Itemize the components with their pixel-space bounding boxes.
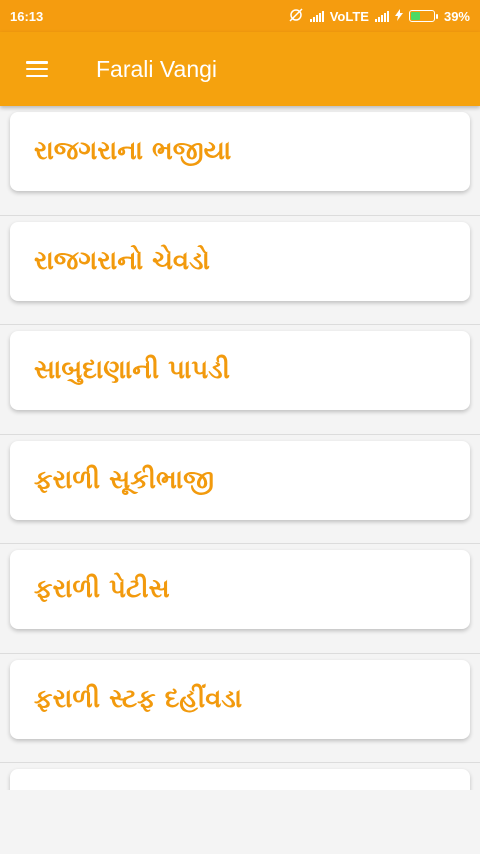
status-bar: 16:13 VoLTE 39%: [0, 0, 480, 32]
list-item: ફરાળી સ્ટફ દહીંવડા: [0, 654, 480, 763]
recipe-label: ફરાળી પેટીસ: [34, 574, 170, 604]
recipe-card[interactable]: ફરાળી પેટીસ: [10, 550, 470, 629]
status-time: 16:13: [10, 8, 44, 24]
list-item: રાજગરાના ભજીયા: [0, 106, 480, 216]
recipe-label: ફરાળી સ્ટફ દહીંવડા: [34, 683, 243, 714]
app-bar: Farali Vangi: [0, 32, 480, 106]
recipe-list[interactable]: રાજગરાના ભજીયા રાજગરાનો ચેવડો સાબુદાણાની…: [0, 106, 480, 790]
signal-icon: [309, 10, 324, 22]
recipe-label: રાજગરાના ભજીયા: [34, 136, 232, 166]
recipe-label: ફરાળી સૂકીભાજી: [34, 464, 215, 495]
battery-fill: [410, 12, 421, 20]
list-item: [0, 763, 480, 790]
signal-icon-2: [374, 10, 389, 22]
battery-percent: 39%: [443, 8, 470, 24]
hamburger-menu-icon[interactable]: [0, 32, 74, 106]
list-item: ફરાળી સૂકીભાજી: [0, 435, 480, 544]
status-icons: VoLTE 39%: [288, 7, 470, 25]
recipe-card[interactable]: ફરાળી સૂકીભાજી: [10, 440, 470, 520]
recipe-card[interactable]: [10, 769, 470, 790]
recipe-label: સાબુદાણાની પાપડી: [34, 355, 230, 385]
charging-icon: [394, 8, 403, 24]
recipe-card[interactable]: રાજગરાનો ચેવડો: [10, 221, 470, 301]
list-item: ફરાળી પેટીસ: [0, 544, 480, 654]
recipe-label: રાજગરાનો ચેવડો: [34, 245, 210, 276]
battery-icon: [408, 10, 438, 22]
bottom-blank-area: [0, 790, 480, 854]
page-title: Farali Vangi: [96, 55, 218, 82]
network-type: VoLTE: [329, 8, 369, 24]
recipe-card[interactable]: ફરાળી સ્ટફ દહીંવડા: [10, 659, 470, 739]
sync-off-icon: [288, 7, 304, 25]
list-item: સાબુદાણાની પાપડી: [0, 325, 480, 435]
recipe-card[interactable]: સાબુદાણાની પાપડી: [10, 331, 470, 410]
recipe-card[interactable]: રાજગરાના ભજીયા: [10, 112, 470, 191]
list-item: રાજગરાનો ચેવડો: [0, 216, 480, 325]
